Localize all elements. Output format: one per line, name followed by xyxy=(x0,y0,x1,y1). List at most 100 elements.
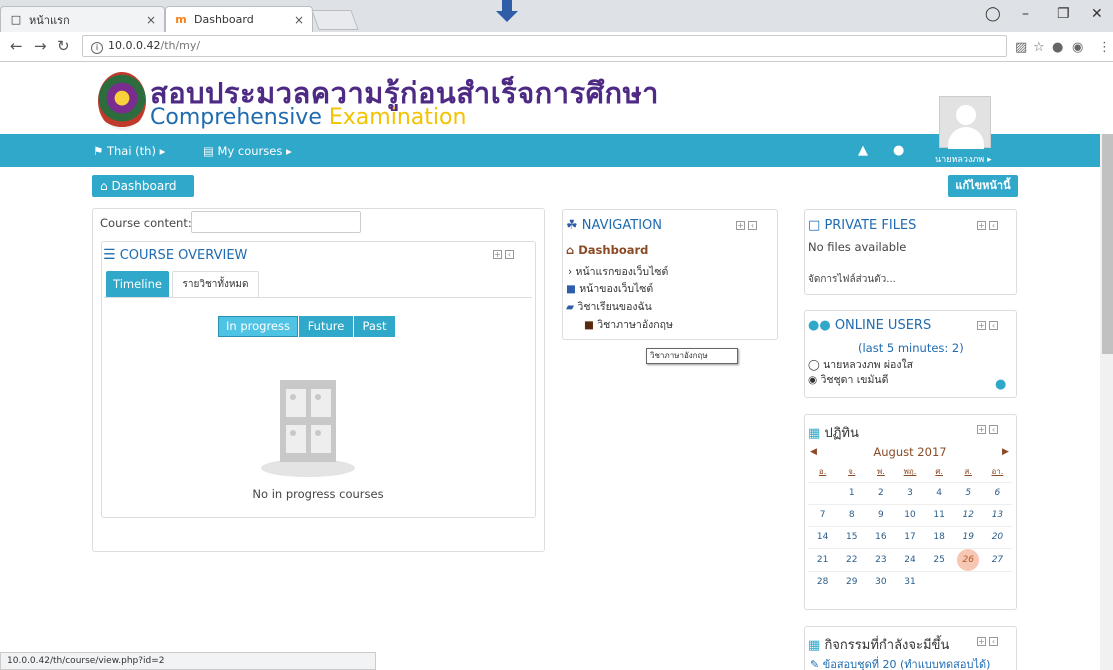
message-icon[interactable]: ● xyxy=(893,143,904,158)
arrow-down-icon xyxy=(496,0,518,22)
dock-icon[interactable]: + xyxy=(493,250,502,259)
calendar-day[interactable]: 18 xyxy=(924,525,954,548)
calendar-day[interactable]: 30 xyxy=(866,570,896,593)
upcoming-event-link[interactable]: ✎ ข้อสอบชุดที่ 20 (ทำแบบทดสอบได้) xyxy=(810,655,990,670)
edit-page-button[interactable]: แก้ไขหน้านี้ xyxy=(948,175,1018,197)
info-icon[interactable]: i xyxy=(91,42,103,54)
close-icon[interactable]: × xyxy=(146,13,156,27)
collapse-icon[interactable]: ‹ xyxy=(505,250,514,259)
avatar[interactable] xyxy=(939,96,991,149)
dock-icon[interactable]: + xyxy=(977,221,986,230)
calendar-day[interactable]: 25 xyxy=(924,547,954,571)
calendar-day[interactable]: 17 xyxy=(895,525,925,548)
calendar-day[interactable]: 20 xyxy=(982,525,1012,548)
close-window-icon[interactable]: ✕ xyxy=(1091,6,1103,22)
nav-item-label: หน้าของเว็บไซต์ xyxy=(579,283,654,295)
calendar-day[interactable]: 9 xyxy=(866,503,896,526)
calendar-day[interactable]: 1 xyxy=(837,481,867,504)
star-icon[interactable]: ☆ xyxy=(1033,40,1045,55)
nav-item-site-pages[interactable]: ■ หน้าของเว็บไซต์ xyxy=(566,280,653,297)
calendar-day[interactable]: 12 xyxy=(953,503,983,526)
block-controls[interactable]: + ‹ xyxy=(490,250,514,260)
calendar-day[interactable]: 24 xyxy=(895,547,925,571)
calendar-day[interactable]: 27 xyxy=(982,547,1012,571)
navigation-label: NAVIGATION xyxy=(581,218,662,233)
dashboard-button[interactable]: ⌂ Dashboard xyxy=(92,175,194,197)
browser-tab-dashboard[interactable]: m Dashboard × xyxy=(165,6,313,32)
bell-icon[interactable]: ▲ xyxy=(858,143,868,158)
tab-all-courses[interactable]: รายวิชาทั้งหมด xyxy=(172,271,259,298)
calendar-day[interactable]: 6 xyxy=(982,481,1012,504)
site-logo[interactable] xyxy=(98,72,146,130)
filter-in-progress[interactable]: In progress xyxy=(218,316,299,337)
calendar-day[interactable]: 21 xyxy=(808,547,838,571)
today-marker[interactable]: 26 xyxy=(957,548,980,571)
calendar-day[interactable]: 7 xyxy=(808,503,838,526)
back-icon[interactable]: ← xyxy=(10,37,23,55)
nav-item-english-course[interactable]: ■ วิชาภาษาอังกฤษ xyxy=(584,316,673,333)
calendar-day[interactable]: 13 xyxy=(982,503,1012,526)
calendar-icon: ▦ xyxy=(808,638,821,653)
nav-item-site-home[interactable]: › หน้าแรกของเว็บไซต์ xyxy=(568,263,668,280)
course-overview-title: ☰ COURSE OVERVIEW xyxy=(103,247,247,263)
collapse-icon[interactable]: ‹ xyxy=(989,637,998,646)
calendar-title: ▦ ปฏิทิน xyxy=(808,422,859,443)
calendar-day[interactable]: 2 xyxy=(866,481,896,504)
collapse-icon[interactable]: ‹ xyxy=(989,321,998,330)
menu-icon[interactable]: ⋮ xyxy=(1098,40,1111,55)
calendar-day[interactable]: 23 xyxy=(866,547,896,571)
nav-item-dashboard[interactable]: ⌂ Dashboard xyxy=(566,243,648,257)
calendar-day[interactable]: 16 xyxy=(866,525,896,548)
language-menu[interactable]: ⚑ Thai (th) ▸ xyxy=(93,144,165,158)
dock-icon[interactable]: + xyxy=(977,321,986,330)
block-controls[interactable]: + ‹ xyxy=(733,221,757,231)
calendar-day[interactable]: 31 xyxy=(895,570,925,593)
calendar-day[interactable]: 4 xyxy=(924,481,954,504)
collapse-icon[interactable]: ‹ xyxy=(989,221,998,230)
browser-tab-home[interactable]: □ หน้าแรก × xyxy=(0,6,165,32)
block-controls[interactable]: + ‹ xyxy=(974,221,998,231)
minimize-icon[interactable]: – xyxy=(1022,6,1029,22)
url-input[interactable]: i 10.0.0.42/th/my/ xyxy=(82,35,1007,57)
collapse-icon[interactable]: ‹ xyxy=(748,221,757,230)
dock-icon[interactable]: + xyxy=(977,425,986,434)
new-tab-button[interactable] xyxy=(311,10,359,30)
block-controls[interactable]: + ‹ xyxy=(974,637,998,647)
collapse-icon[interactable]: ‹ xyxy=(989,425,998,434)
tab-timeline[interactable]: Timeline xyxy=(106,271,169,297)
translate-icon[interactable]: ▨ xyxy=(1015,40,1027,55)
calendar-day[interactable]: 26 xyxy=(953,547,983,571)
block-controls[interactable]: + ‹ xyxy=(974,425,998,435)
calendar-day[interactable]: 22 xyxy=(837,547,867,571)
calendar-day[interactable]: 11 xyxy=(924,503,954,526)
forward-icon[interactable]: → xyxy=(34,37,47,55)
block-controls[interactable]: + ‹ xyxy=(974,321,998,331)
next-month-icon[interactable]: ▶ xyxy=(1002,447,1009,457)
calendar-day[interactable]: 28 xyxy=(808,570,838,593)
calendar-day[interactable]: 14 xyxy=(808,525,838,548)
close-icon[interactable]: × xyxy=(294,13,304,27)
filter-future[interactable]: Future xyxy=(299,316,354,337)
extension-icon[interactable]: ◉ xyxy=(1072,40,1083,55)
manage-files-link[interactable]: จัดการไฟล์ส่วนตัว... xyxy=(808,272,896,287)
calendar-day[interactable]: 29 xyxy=(837,570,867,593)
calendar-day[interactable]: 15 xyxy=(837,525,867,548)
dock-icon[interactable]: + xyxy=(736,221,745,230)
calendar-day[interactable]: 10 xyxy=(895,503,925,526)
filter-past[interactable]: Past xyxy=(354,316,396,337)
nav-item-my-courses[interactable]: ▰ วิชาเรียนของฉัน xyxy=(566,298,652,315)
extension-icon[interactable]: ● xyxy=(1052,40,1063,55)
dock-icon[interactable]: + xyxy=(977,637,986,646)
user-menu[interactable]: นายหลวงภพ ▸ xyxy=(935,152,992,166)
calendar-day[interactable]: 19 xyxy=(953,525,983,548)
reload-icon[interactable]: ↻ xyxy=(57,37,70,55)
my-courses-menu[interactable]: ▤ My courses ▸ xyxy=(203,144,292,158)
message-icon[interactable]: ● xyxy=(995,377,1006,392)
calendar-day[interactable]: 3 xyxy=(895,481,925,504)
maximize-icon[interactable]: ❐ xyxy=(1057,6,1070,22)
course-content-input[interactable] xyxy=(191,211,361,233)
account-icon[interactable]: ◯ xyxy=(985,6,1001,22)
calendar-day[interactable]: 5 xyxy=(953,481,983,504)
online-user[interactable]: ◉ วิชชุดา เขมันดี xyxy=(808,371,888,388)
calendar-day[interactable]: 8 xyxy=(837,503,867,526)
